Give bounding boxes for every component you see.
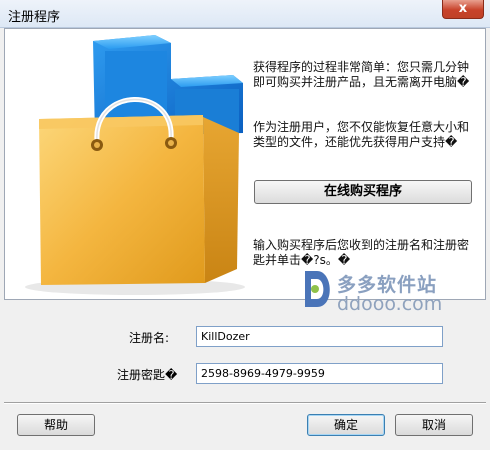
divider [4, 402, 486, 404]
watermark-url: ddooo.com [337, 293, 443, 315]
name-field[interactable] [196, 326, 443, 347]
title-bar: 注册程序 x [0, 0, 490, 28]
shopping-bag-icon [25, 35, 245, 295]
name-label: 注册名: [129, 331, 170, 345]
help-button[interactable]: 帮助 [17, 414, 95, 436]
benefit-text: 作为注册用户，您不仅能恢复任意大小和类型的文件，还能优先获得用户支持� [253, 120, 470, 149]
buy-online-button[interactable]: 在线购买程序 [254, 180, 472, 204]
intro-text: 获得程序的过程非常简单：您只需几分钟即可购买并注册产品，且无需离开电脑� [253, 60, 470, 89]
key-field[interactable] [196, 363, 443, 384]
window-title: 注册程序 [8, 10, 61, 25]
instruction-text: 输入购买程序后您收到的注册名和注册密匙并单击�?s。� [253, 238, 470, 267]
cancel-button[interactable]: 取消 [395, 414, 473, 436]
watermark-logo [305, 271, 330, 307]
close-button[interactable]: x [442, 0, 484, 19]
key-label: 注册密匙� [117, 368, 178, 382]
ok-button[interactable]: 确定 [307, 414, 385, 436]
info-panel: 获得程序的过程非常简单：您只需几分钟即可购买并注册产品，且无需离开电脑� 作为注… [4, 28, 486, 315]
